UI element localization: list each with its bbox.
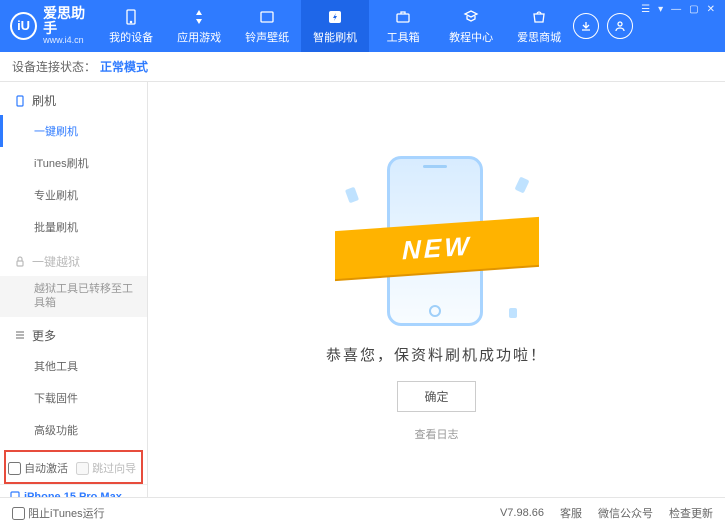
footer-link-support[interactable]: 客服 xyxy=(560,505,582,521)
status-mode: 正常模式 xyxy=(100,58,148,75)
nav-label: 教程中心 xyxy=(449,29,493,45)
footer-link-wechat[interactable]: 微信公众号 xyxy=(598,505,653,521)
nav-smart-flash[interactable]: 智能刷机 xyxy=(301,0,369,52)
main-content: NEW 恭喜您，保资料刷机成功啦！ 确定 查看日志 xyxy=(148,82,725,497)
sidebar-item-itunes-flash[interactable]: iTunes刷机 xyxy=(0,147,147,179)
more-icon xyxy=(14,329,26,341)
nav-label: 智能刷机 xyxy=(313,29,357,45)
device-info[interactable]: iPhone 15 Pro Max 512GB iPhone xyxy=(0,484,147,497)
view-log-link[interactable]: 查看日志 xyxy=(415,426,459,442)
main-nav: 我的设备 应用游戏 铃声壁纸 智能刷机 工具箱 教程中心 爱思商城 xyxy=(97,0,573,52)
tutorial-icon xyxy=(462,8,480,26)
nav-label: 工具箱 xyxy=(387,29,420,45)
sidebar-item-pro-flash[interactable]: 专业刷机 xyxy=(0,179,147,211)
checkbox-auto-activate[interactable]: 自动激活 xyxy=(8,460,68,476)
checkbox-label: 跳过向导 xyxy=(92,463,136,475)
nav-toolbox[interactable]: 工具箱 xyxy=(369,0,437,52)
nav-store[interactable]: 爱思商城 xyxy=(505,0,573,52)
flash-icon xyxy=(326,8,344,26)
success-message: 恭喜您，保资料刷机成功啦！ xyxy=(326,344,547,365)
footer: 阻止iTunes运行 V7.98.66 客服 微信公众号 检查更新 xyxy=(0,497,725,527)
device-name-label: iPhone 15 Pro Max xyxy=(24,491,122,497)
app-name: 爱思助手 xyxy=(43,6,97,37)
sidebar-item-other-tools[interactable]: 其他工具 xyxy=(0,350,147,382)
phone-icon xyxy=(14,95,26,107)
nav-label: 我的设备 xyxy=(109,29,153,45)
section-label: 更多 xyxy=(32,327,56,344)
footer-link-update[interactable]: 检查更新 xyxy=(669,505,713,521)
menu-icon[interactable]: ☰ xyxy=(641,4,650,15)
sidebar: 刷机 一键刷机 iTunes刷机 专业刷机 批量刷机 一键越狱 越狱工具已转移至… xyxy=(0,82,148,497)
sidebar-section-more[interactable]: 更多 xyxy=(0,317,147,350)
nav-my-device[interactable]: 我的设备 xyxy=(97,0,165,52)
new-ribbon: NEW xyxy=(335,216,539,278)
maximize-icon[interactable]: ▢ xyxy=(689,4,698,15)
sidebar-item-advanced[interactable]: 高级功能 xyxy=(0,414,147,446)
nav-label: 应用游戏 xyxy=(177,29,221,45)
options-icon[interactable]: ▾ xyxy=(658,4,663,15)
nav-ringtones[interactable]: 铃声壁纸 xyxy=(233,0,301,52)
section-label: 一键越狱 xyxy=(32,253,80,270)
lock-icon xyxy=(14,256,26,268)
sidebar-section-flash[interactable]: 刷机 xyxy=(0,82,147,115)
checkbox-block-itunes[interactable]: 阻止iTunes运行 xyxy=(12,505,105,521)
close-icon[interactable]: ✕ xyxy=(707,4,715,15)
nav-label: 爱思商城 xyxy=(517,29,561,45)
checkbox-skip-guide[interactable]: 跳过向导 xyxy=(76,460,136,476)
status-bar: 设备连接状态： 正常模式 xyxy=(0,52,725,82)
sidebar-item-batch-flash[interactable]: 批量刷机 xyxy=(0,211,147,243)
user-button[interactable] xyxy=(607,13,633,39)
nav-tutorials[interactable]: 教程中心 xyxy=(437,0,505,52)
download-button[interactable] xyxy=(573,13,599,39)
toolbox-icon xyxy=(394,8,412,26)
sidebar-item-download-fw[interactable]: 下载固件 xyxy=(0,382,147,414)
nav-label: 铃声壁纸 xyxy=(245,29,289,45)
checkbox-label: 阻止iTunes运行 xyxy=(28,508,105,520)
checkbox-label: 自动激活 xyxy=(24,463,68,475)
store-icon xyxy=(530,8,548,26)
minimize-icon[interactable]: — xyxy=(671,4,681,15)
status-label: 设备连接状态： xyxy=(12,58,96,75)
nav-apps[interactable]: 应用游戏 xyxy=(165,0,233,52)
titlebar: iU 爱思助手 www.i4.cn 我的设备 应用游戏 铃声壁纸 智能刷机 工具… xyxy=(0,0,725,52)
app-logo: iU 爱思助手 www.i4.cn xyxy=(10,6,97,47)
sidebar-item-jailbreak-note: 越狱工具已转移至工具箱 xyxy=(0,276,147,317)
sidebar-item-oneclick-flash[interactable]: 一键刷机 xyxy=(0,115,147,147)
device-icon xyxy=(122,8,140,26)
window-controls: ☰ ▾ — ▢ ✕ xyxy=(641,0,715,52)
logo-icon: iU xyxy=(10,12,37,40)
app-url: www.i4.cn xyxy=(43,36,97,46)
device-icon xyxy=(10,491,20,497)
confirm-button[interactable]: 确定 xyxy=(397,381,475,412)
success-illustration: NEW xyxy=(337,138,537,328)
apps-icon xyxy=(190,8,208,26)
section-label: 刷机 xyxy=(32,92,56,109)
wallpaper-icon xyxy=(258,8,276,26)
sidebar-section-jailbreak: 一键越狱 xyxy=(0,243,147,276)
version-label: V7.98.66 xyxy=(500,507,544,519)
